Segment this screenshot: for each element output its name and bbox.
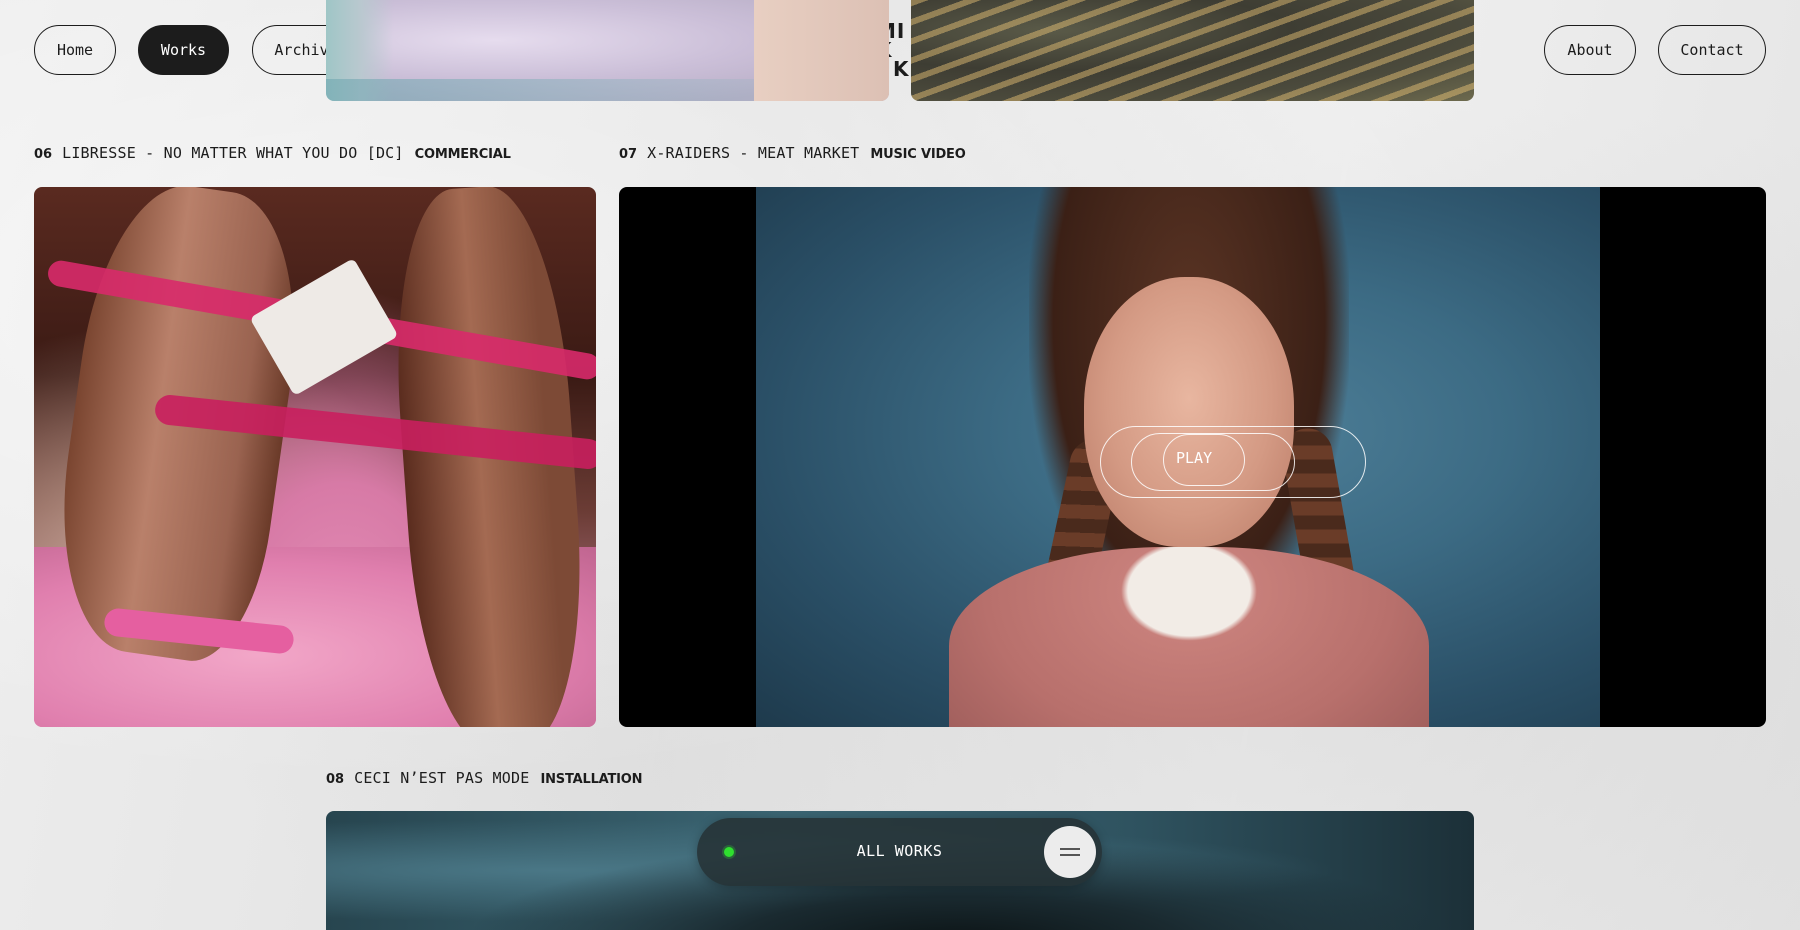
nav-works-button[interactable]: Works	[138, 25, 229, 75]
work-caption-06[interactable]: 06 LIBRESSE - NO MATTER WHAT YOU DO [DC]…	[34, 144, 511, 162]
work-category: INSTALLATION	[540, 772, 643, 787]
work-caption-08[interactable]: 08 CECI N’EST PAS MODE INSTALLATION	[326, 769, 643, 787]
work-number: 07	[619, 147, 638, 162]
all-works-bar[interactable]: ALL WORKS	[697, 818, 1102, 886]
nav-about-button[interactable]: About	[1544, 25, 1636, 75]
work-thumbnail-top-left[interactable]	[326, 0, 889, 101]
menu-icon	[1060, 848, 1080, 850]
work-title: CECI N’EST PAS MODE	[354, 769, 530, 787]
menu-icon	[1060, 854, 1080, 856]
video-detail-sweater	[949, 547, 1429, 727]
work-number: 06	[34, 147, 53, 162]
nav-home-button[interactable]: Home	[34, 25, 116, 75]
work-image-06[interactable]	[34, 187, 596, 727]
work-number: 08	[326, 772, 345, 787]
all-works-label[interactable]: ALL WORKS	[697, 842, 1102, 860]
menu-button[interactable]	[1044, 826, 1096, 878]
work-title: LIBRESSE - NO MATTER WHAT YOU DO [DC]	[62, 144, 404, 162]
play-button[interactable]: PLAY	[1100, 426, 1366, 498]
nav-contact-button[interactable]: Contact	[1658, 25, 1766, 75]
work-thumbnail-top-right[interactable]	[911, 0, 1474, 101]
work-category: MUSIC VIDEO	[870, 147, 966, 162]
work-title: X-RAIDERS - MEAT MARKET	[647, 144, 860, 162]
work-category: COMMERCIAL	[414, 147, 511, 162]
play-label: PLAY	[1176, 449, 1213, 467]
work-caption-07[interactable]: 07 X-RAIDERS - MEAT MARKET MUSIC VIDEO	[619, 144, 966, 162]
video-detail-face	[1084, 277, 1294, 547]
